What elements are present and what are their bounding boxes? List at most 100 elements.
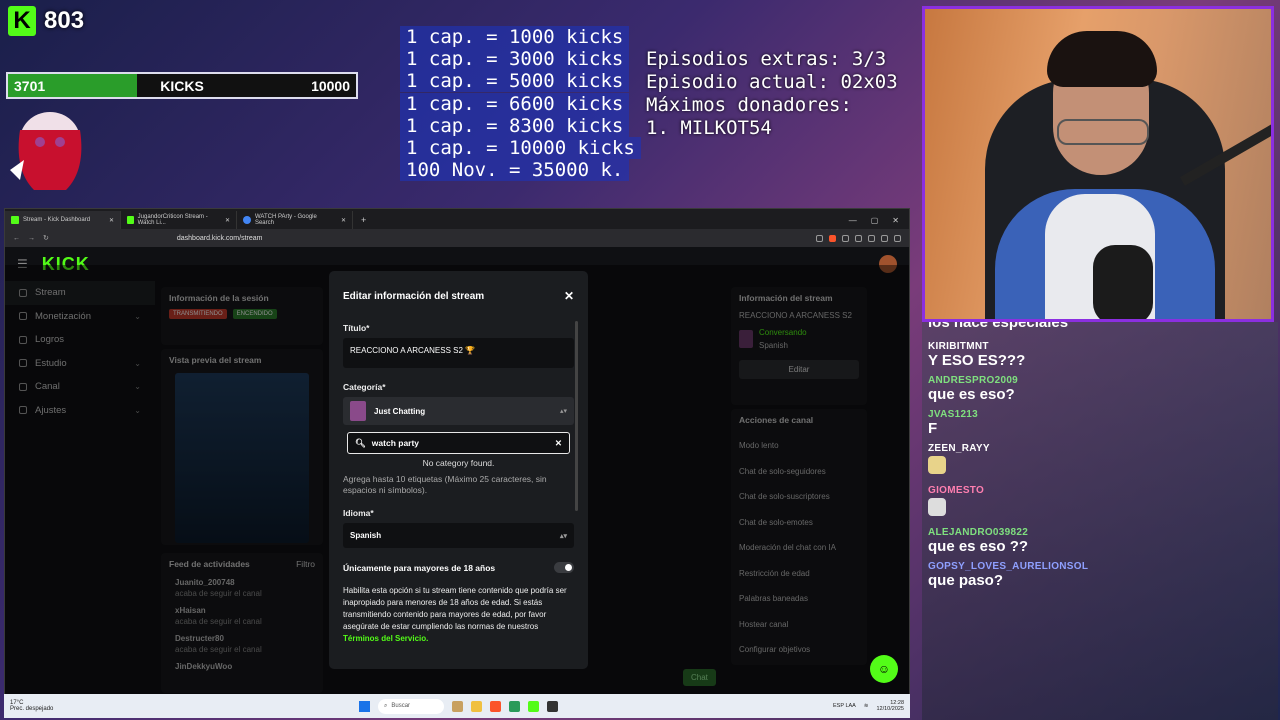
chat-text: Y ESO ES???: [928, 352, 1026, 369]
zoom-icon[interactable]: [816, 234, 823, 242]
kick-count-value: 803: [44, 7, 85, 34]
chat-partial-message: los hace especiales: [928, 322, 1069, 331]
brave-icon[interactable]: [490, 700, 501, 712]
category-label: Categoría*: [343, 382, 386, 392]
wifi-icon[interactable]: ≋: [864, 703, 869, 709]
tab-google-search[interactable]: WATCH PArty - Google Search ✕: [237, 211, 353, 229]
window-controls: — ▢ ✕: [839, 211, 909, 229]
forward-icon[interactable]: →: [28, 235, 35, 242]
episode-info: Episodios extras: 3/3 Episodio actual: 0…: [646, 48, 898, 140]
extension-icon[interactable]: [881, 234, 888, 242]
chat-username: GOPSY_LOVES_AURELIONSOL: [928, 561, 1089, 572]
kick-logo-icon: K: [8, 6, 36, 36]
extension-icon[interactable]: [855, 234, 862, 242]
kick-favicon-icon: [127, 216, 134, 224]
close-tab-icon[interactable]: ✕: [225, 217, 230, 224]
adult-toggle-row: Únicamente para mayores de 18 años: [329, 548, 588, 579]
webcam-feed: [922, 6, 1274, 322]
no-category-message: No category found.: [422, 458, 495, 468]
taskbar-search[interactable]: ⌕ Buscar: [378, 698, 444, 714]
search-icon: 🔍︎: [355, 437, 366, 448]
chat-username: JVAS1213: [928, 409, 979, 420]
title-value: REACCIONO A ARCANESS S2: [350, 346, 463, 355]
new-tab-button[interactable]: +: [353, 211, 374, 229]
weather-widget[interactable]: 17°C Prec. despejado: [10, 700, 53, 712]
goal-current: 3701: [14, 77, 46, 94]
app-icon[interactable]: [452, 700, 463, 712]
category-thumb: [350, 401, 366, 421]
brave-shield-icon[interactable]: [829, 234, 836, 242]
tab-kick-dashboard[interactable]: Stream - Kick Dashboard ✕: [5, 211, 121, 229]
maximize-icon[interactable]: ▢: [871, 216, 879, 225]
chat-message: GOPSY_LOVES_AURELIONSOL que paso?: [922, 561, 1278, 589]
kick-app-icon[interactable]: [528, 700, 539, 712]
cap-line: 100 Nov. = 35000 k.: [400, 159, 630, 182]
language-select[interactable]: Spanish ▴▾: [343, 523, 574, 548]
search-value: watch party: [371, 438, 420, 448]
address-bar: ← → ↻ dashboard.kick.com/stream: [5, 229, 909, 247]
tab-label: JugandorCriticon Stream - Watch Li...: [137, 214, 208, 226]
search-icon: ⌕: [384, 702, 388, 709]
emote-icon: [928, 456, 946, 474]
kick-fab-icon[interactable]: ☺: [870, 655, 898, 683]
adult-label: Únicamente para mayores de 18 años: [343, 562, 496, 573]
modal-scrollbar[interactable]: [575, 321, 578, 511]
category-value: Just Chatting: [374, 406, 426, 416]
episode-line: 1. MILKOT54: [646, 117, 772, 139]
chat-username: KIRIBITMNT: [928, 341, 989, 352]
back-icon[interactable]: ←: [13, 235, 20, 242]
windows-start-icon[interactable]: [359, 700, 370, 712]
extension-icon[interactable]: [868, 234, 875, 242]
chat-message: GIOMESTO: [922, 485, 1278, 521]
category-select[interactable]: Just Chatting ▴▾: [343, 397, 574, 425]
skull-emote-icon: [928, 498, 946, 516]
tos-link[interactable]: Términos del Servicio.: [343, 634, 428, 643]
episode-line: Máximos donadores:: [646, 94, 852, 116]
adult-toggle[interactable]: [554, 562, 574, 573]
cap-line: 1 cap. = 6600 kicks: [400, 92, 630, 115]
select-arrows-icon: ▴▾: [559, 532, 567, 540]
tab-bar: Stream - Kick Dashboard ✕ JugandorCritic…: [5, 209, 909, 229]
language-indicator[interactable]: ESP LAA: [833, 703, 856, 709]
folder-icon[interactable]: [471, 700, 482, 712]
url-field[interactable]: dashboard.kick.com/stream: [177, 235, 263, 242]
extension-icon[interactable]: [842, 234, 849, 242]
chat-overlay: los hace especiales KIRIBITMNT Y ESO ES?…: [922, 322, 1278, 720]
adult-desc-text: Habilita esta opción si tu stream tiene …: [343, 586, 567, 631]
chat-username: GIOMESTO: [928, 485, 985, 496]
kick-counter: K 803: [8, 6, 84, 36]
clear-search-icon[interactable]: ✕: [555, 438, 562, 449]
close-window-icon[interactable]: ✕: [892, 216, 899, 225]
chat-message: KIRIBITMNT Y ESO ES???: [922, 341, 1278, 369]
modal-title: Editar información del stream: [343, 290, 485, 302]
modal-header: Editar información del stream ✕: [329, 271, 588, 313]
close-icon[interactable]: ✕: [564, 289, 574, 303]
language-value: Spanish: [350, 531, 382, 540]
chat-message: JVAS1213 F: [922, 409, 1278, 437]
tab-label: WATCH PArty - Google Search: [254, 214, 317, 226]
reload-icon[interactable]: ↻: [43, 234, 49, 242]
close-tab-icon[interactable]: ✕: [109, 217, 114, 224]
title-label: Título*: [343, 323, 370, 333]
clock-date: 12/10/2025: [876, 706, 904, 712]
kick-favicon-icon: [11, 216, 19, 224]
cap-line: 1 cap. = 1000 kicks: [400, 26, 630, 48]
cap-line: 1 cap. = 5000 kicks: [400, 70, 630, 93]
title-field[interactable]: REACCIONO A ARCANESS S2 🏆: [343, 338, 574, 368]
menu-icon[interactable]: [894, 234, 901, 242]
search-label: Buscar: [391, 703, 411, 709]
chat-text: que es eso?: [928, 386, 1015, 403]
app-icon[interactable]: [547, 700, 558, 712]
category-search-input[interactable]: 🔍︎ watch party ✕: [347, 432, 570, 454]
tab-jugandor-stream[interactable]: JugandorCriticon Stream - Watch Li... ✕: [121, 211, 237, 229]
anime-mascot-icon: [10, 112, 82, 190]
cap-price-list: 1 cap. = 1000 kicks 1 cap. = 3000 kicks …: [400, 26, 641, 182]
glasses: [1057, 119, 1149, 145]
clock[interactable]: 12:28 12/10/2025: [876, 700, 904, 712]
chat-message: ANDRESPRO2009 que es eso?: [922, 375, 1278, 403]
minimize-icon[interactable]: —: [849, 216, 857, 225]
extension-icons: [816, 234, 901, 242]
close-tab-icon[interactable]: ✕: [341, 217, 346, 224]
goal-max: 10000: [311, 77, 350, 94]
app-icon[interactable]: [509, 700, 520, 712]
